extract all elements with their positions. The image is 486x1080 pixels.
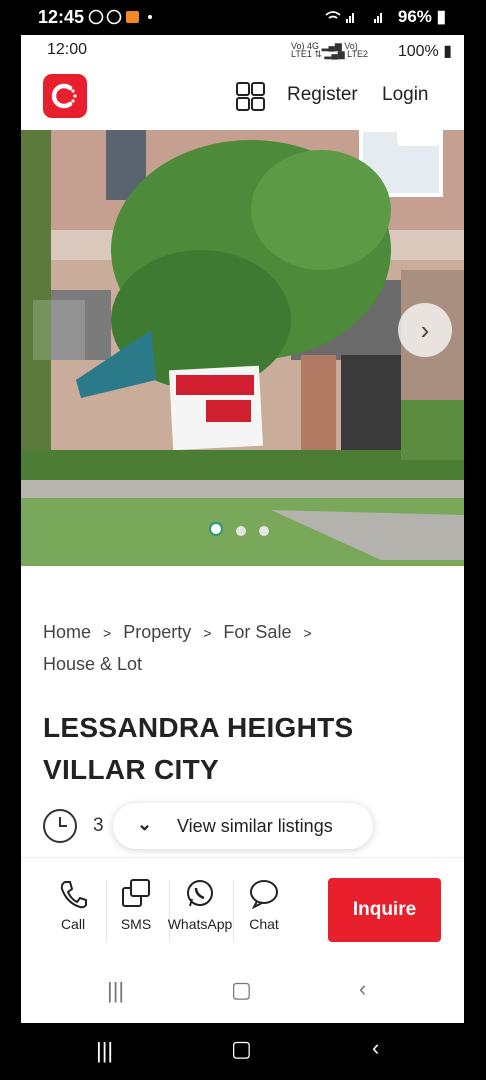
sms-button[interactable]: SMS (106, 878, 166, 932)
breadcrumb: Home > Property > For Sale > House & Lot (43, 617, 443, 680)
outer-time: 12:45 (38, 7, 85, 27)
chat-bubble-icon (250, 880, 278, 910)
carousel-indicator (209, 522, 282, 541)
register-link[interactable]: Register (287, 84, 358, 106)
next-photo-button[interactable]: › (398, 303, 452, 357)
inner-time: 12:00 (47, 41, 88, 58)
inner-battery-icon: ▮ (443, 43, 452, 60)
chat-button[interactable]: Chat (234, 878, 294, 932)
outer-signal-icon (324, 9, 396, 28)
recent-apps-icon[interactable]: ||| (107, 978, 124, 1004)
contact-action-bar: Call SMS WhatsApp Chat Inquire (21, 857, 464, 958)
call-label: Call (60, 916, 86, 932)
inner-battery: 100% ▮ (398, 41, 452, 61)
whatsapp-icon (187, 880, 213, 907)
breadcrumb-for-sale[interactable]: For Sale (223, 622, 291, 642)
view-similar-listings-button[interactable]: ⌄ View similar listings (113, 803, 373, 849)
inner-navigation-bar: ||| ▢ ‹ (21, 957, 464, 1023)
sms-label: SMS (120, 916, 152, 932)
outer-back-icon[interactable]: ‹ (372, 1035, 379, 1061)
call-button[interactable]: Call (43, 878, 103, 932)
chevron-right-icon: > (203, 625, 212, 641)
carousel-dot-3[interactable] (259, 526, 269, 536)
chevron-right-icon: > (303, 625, 312, 641)
sms-icon (122, 879, 150, 907)
inner-battery-text: 100% (397, 43, 439, 60)
whatsapp-label: WhatsApp (167, 916, 233, 932)
whatsapp-button[interactable]: WhatsApp (167, 878, 233, 932)
view-similar-label: View similar listings (177, 816, 333, 836)
outer-home-icon[interactable]: ▢ (231, 1036, 252, 1062)
battery-icon: ▮ (436, 7, 446, 26)
outer-recent-apps-icon[interactable]: ||| (96, 1038, 113, 1064)
inquire-button[interactable]: Inquire (328, 878, 441, 942)
outer-battery-text: 96% (397, 7, 432, 26)
breadcrumb-property[interactable]: Property (123, 622, 191, 642)
phone-icon (60, 881, 87, 909)
inner-status-bar: 12:00 Vo) 4G ▂▄▆ Vo) LTE1 ⇅ ▂▄▆ LTE2 100%… (21, 35, 464, 65)
breadcrumb-house-lot[interactable]: House & Lot (43, 654, 142, 674)
app-screen: 12:00 Vo) 4G ▂▄▆ Vo) LTE1 ⇅ ▂▄▆ LTE2 100%… (21, 35, 464, 1023)
carousel-dot-1[interactable] (209, 522, 223, 536)
inner-network-icons: Vo) 4G ▂▄▆ Vo) LTE1 ⇅ ▂▄▆ LTE2 (291, 41, 368, 59)
chevron-right-icon: > (103, 625, 112, 641)
outer-status-bar: 12:45 96% ▮ (0, 0, 486, 35)
share-icon[interactable] (397, 130, 441, 146)
listing-photo-carousel[interactable]: › (21, 130, 464, 566)
login-link[interactable]: Login (382, 84, 429, 106)
notification-icons (88, 9, 158, 28)
home-icon[interactable]: ▢ (231, 977, 252, 1003)
outer-navigation-bar: ||| ▢ ‹ (0, 1023, 486, 1080)
categories-grid-icon[interactable] (236, 82, 266, 112)
breadcrumb-home[interactable]: Home (43, 622, 91, 642)
chevron-down-icon: ⌄ (137, 814, 153, 834)
back-icon[interactable]: ‹ (359, 976, 366, 1002)
listing-photo (21, 130, 464, 566)
carousel-dot-2[interactable] (236, 526, 246, 536)
carousell-logo-icon[interactable] (43, 74, 87, 118)
outer-battery: 96% ▮ (398, 7, 446, 27)
chat-label: Chat (249, 916, 279, 932)
listing-posted-text: 3 (93, 815, 104, 836)
site-header: Register Login (21, 65, 464, 129)
listing-title: LESSANDRA HEIGHTS VILLAR CITY (43, 712, 354, 785)
clock-icon (43, 809, 77, 843)
previous-photo-button[interactable] (33, 300, 85, 360)
